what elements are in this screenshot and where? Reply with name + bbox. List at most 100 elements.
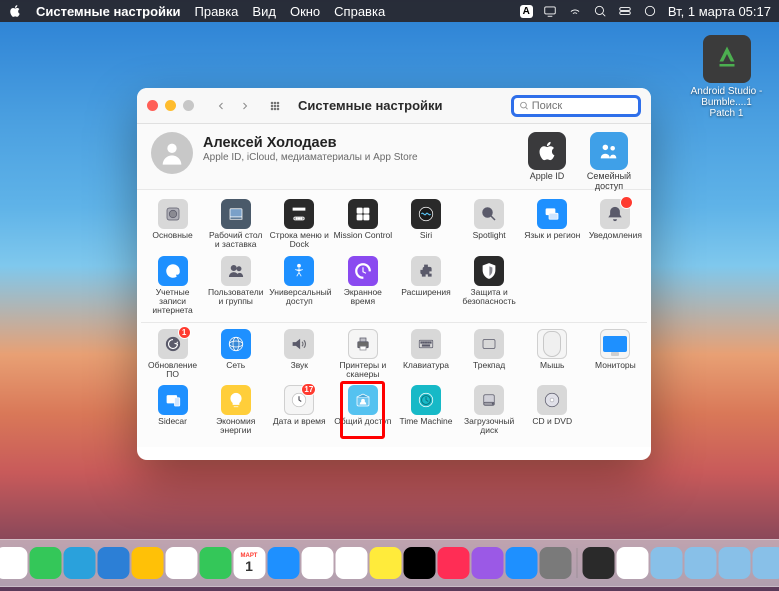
sharing-icon [348,385,378,415]
dock-folder1[interactable] [684,547,716,579]
pref-screentime[interactable]: Экранное время [331,253,394,319]
user-header[interactable]: Алексей Холодаев Apple ID, iCloud, медиа… [137,124,651,190]
pref-mission[interactable]: Mission Control [331,196,394,253]
pref-desktop[interactable]: Рабочий стол и заставка [204,196,267,253]
pref-at[interactable]: Учетные записи интернета [141,253,204,319]
pref-label: Универсальный доступ [269,288,329,306]
screentime-icon [348,256,378,286]
apple-id-icon [528,132,566,170]
pref-access[interactable]: Универсальный доступ [267,253,331,319]
minimize-button[interactable] [165,100,176,111]
users-icon [221,256,251,286]
pref-timemachine[interactable]: Time Machine [394,382,457,439]
family-sharing-button[interactable]: Семейный доступ [581,132,637,192]
badge: 17 [301,383,316,396]
dock-icon [284,199,314,229]
search-icon[interactable] [593,4,608,19]
keyboard-icon [411,329,441,359]
dock-activity[interactable] [616,547,648,579]
pref-printer[interactable]: Принтеры и сканеры [331,326,394,383]
apple-menu-icon[interactable] [8,4,22,18]
control-center-icon[interactable] [618,4,633,19]
dock-folder2[interactable] [718,547,750,579]
dock-tv[interactable] [403,547,435,579]
pref-sound[interactable]: Звук [267,326,331,383]
pref-siri[interactable]: Siri [394,196,457,253]
dock-podcasts[interactable] [471,547,503,579]
timemachine-icon [411,385,441,415]
pref-general[interactable]: Основные [141,196,204,253]
apple-id-button[interactable]: Apple ID [519,132,575,192]
dock-pycharm[interactable] [131,547,163,579]
dock-telegram[interactable] [63,547,95,579]
pref-cddvd[interactable]: CD и DVD [521,382,584,439]
pref-datetime[interactable]: 17Дата и время [267,382,331,439]
menu-edit[interactable]: Правка [195,4,239,19]
pref-monitor[interactable]: Мониторы [584,326,647,383]
ext-icon [411,256,441,286]
dock-calendar[interactable]: МАРТ1 [233,547,265,579]
pref-update[interactable]: 1Обновление ПО [141,326,204,383]
forward-button[interactable] [234,95,256,117]
pref-sidecar[interactable]: Sidecar [141,382,204,439]
siri-icon[interactable] [643,4,658,19]
app-menu[interactable]: Системные настройки [36,4,181,19]
show-all-button[interactable] [264,95,286,117]
dock-preferences[interactable] [539,547,571,579]
dock-appstore[interactable] [505,547,537,579]
dock-facetime[interactable] [199,547,231,579]
search-field[interactable] [511,95,641,117]
dock-preview[interactable] [301,547,333,579]
pref-security[interactable]: Защита и безопасность [458,253,521,319]
pref-network[interactable]: Сеть [204,326,267,383]
dock-folder3[interactable] [752,547,779,579]
pref-notif[interactable]: Уведомления [584,196,647,253]
pref-spotlight[interactable]: Spotlight [458,196,521,253]
input-source-icon[interactable]: А [520,5,533,18]
menu-help[interactable]: Справка [334,4,385,19]
pref-label: Звук [269,361,329,370]
pref-ext[interactable]: Расширения [394,253,457,319]
pref-energy[interactable]: Экономия энергии [204,382,267,439]
pref-lang[interactable]: Язык и регион [521,196,584,253]
pref-mouse[interactable]: Мышь [521,326,584,383]
menu-window[interactable]: Окно [290,4,320,19]
back-button[interactable] [210,95,232,117]
pref-dock[interactable]: Строка меню и Dock [267,196,331,253]
clock[interactable]: Вт, 1 марта 05:17 [668,4,771,19]
dock-terminal[interactable] [582,547,614,579]
pref-label: Мониторы [586,361,645,370]
pref-label: Sidecar [143,417,202,426]
dock-notion[interactable] [335,547,367,579]
menu-view[interactable]: Вид [252,4,276,19]
user-sub: Apple ID, iCloud, медиаматериалы и App S… [203,152,519,163]
zoom-button[interactable] [183,100,194,111]
pref-keyboard[interactable]: Клавиатура [394,326,457,383]
dock-music[interactable] [437,547,469,579]
pref-label: Экономия энергии [206,417,265,435]
dock-chrome[interactable] [165,547,197,579]
search-input[interactable] [532,100,633,112]
pref-users[interactable]: Пользователи и группы [204,253,267,319]
wifi-icon[interactable] [568,4,583,19]
dock-safari[interactable] [0,547,27,579]
screen-mirroring-icon[interactable] [543,4,558,19]
notif-icon [600,199,630,229]
badge: 1 [178,326,191,339]
family-label: Семейный доступ [581,172,637,192]
pref-label: Принтеры и сканеры [333,361,392,379]
security-icon [474,256,504,286]
dock-notes[interactable] [369,547,401,579]
dock-vscode[interactable] [97,547,129,579]
dock-xcode[interactable] [267,547,299,579]
dock-downloads[interactable] [650,547,682,579]
pref-trackpad[interactable]: Трекпад [458,326,521,383]
pref-label: Пользователи и группы [206,288,265,306]
update-icon: 1 [158,329,188,359]
desktop-icon-android-studio[interactable]: Android Studio - Bumble....1 Patch 1 [689,35,764,119]
pref-bootdisk[interactable]: Загрузочный диск [458,382,521,439]
pref-sharing[interactable]: Общий доступ [331,382,394,439]
close-button[interactable] [147,100,158,111]
dock-messages[interactable] [29,547,61,579]
pref-label: Язык и регион [523,231,582,240]
